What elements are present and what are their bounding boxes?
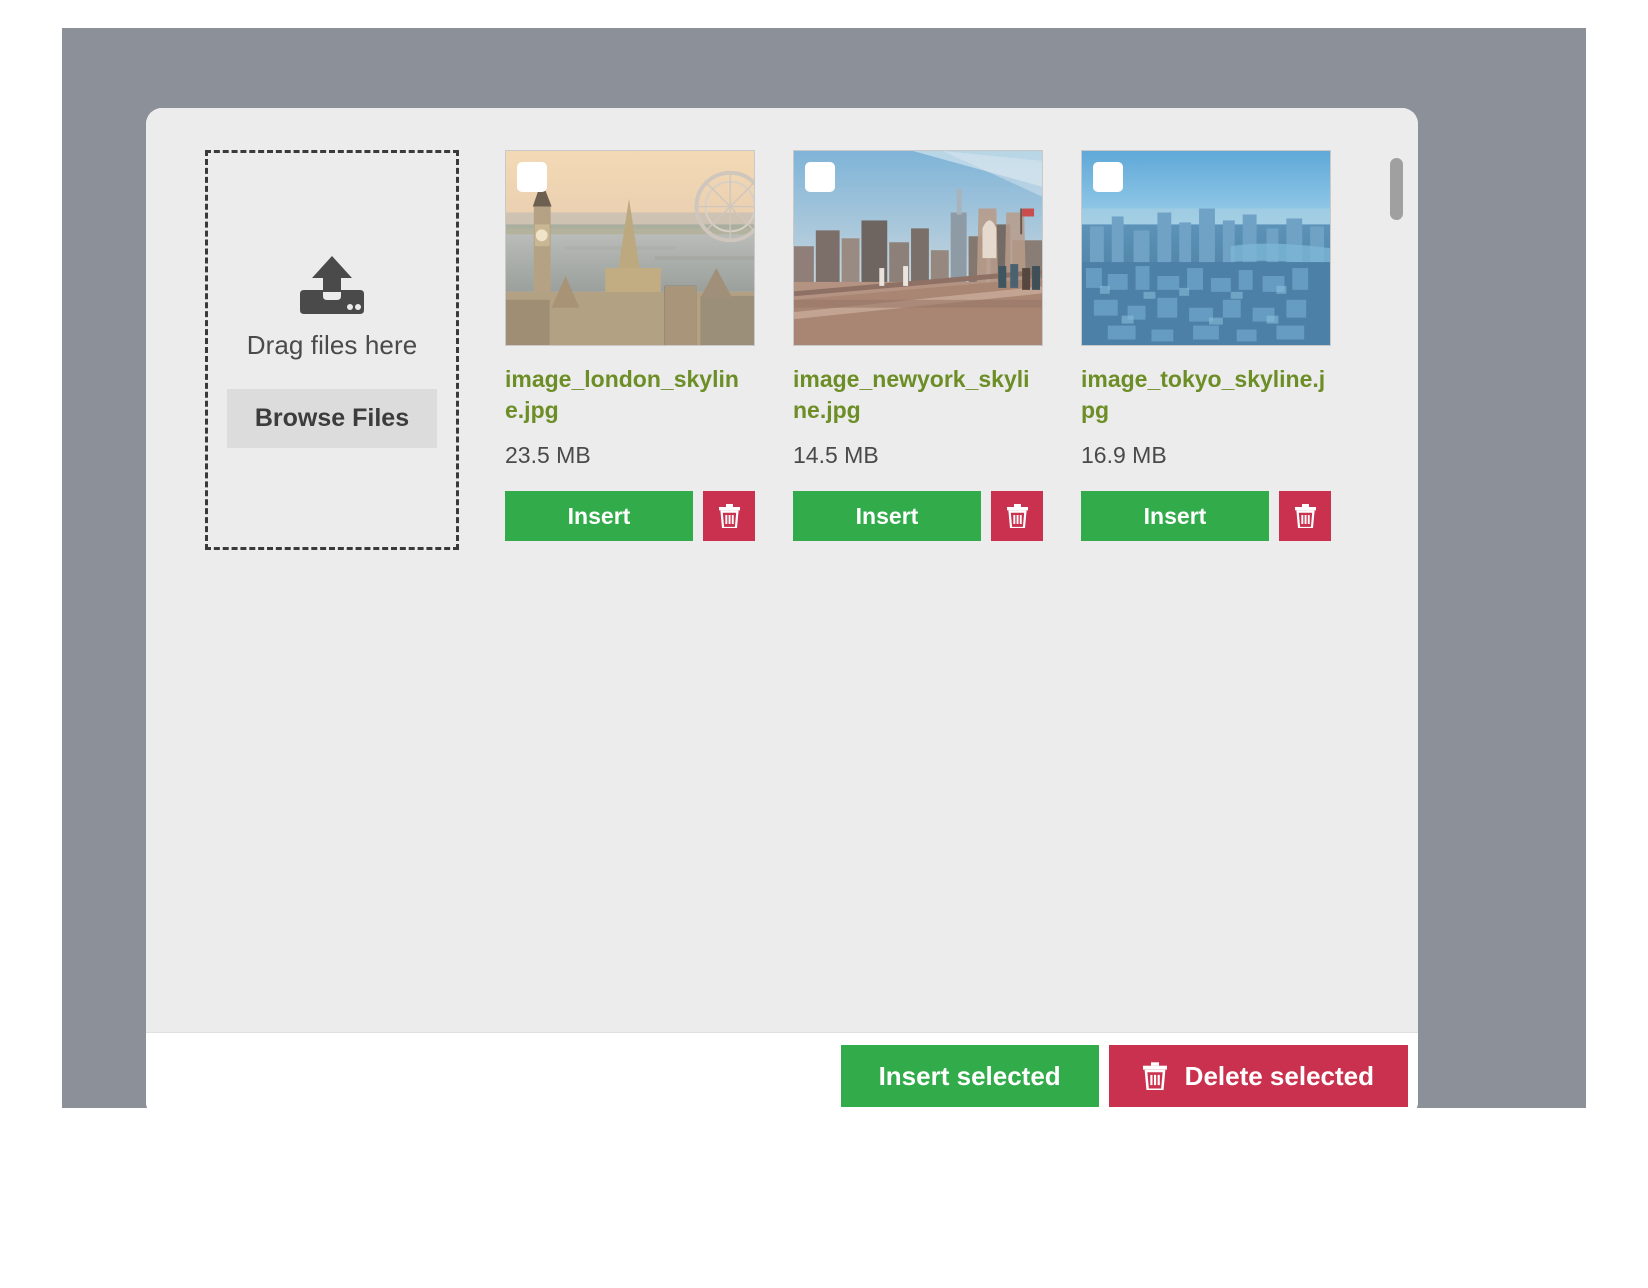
file-name: image_newyork_skyline.jpg — [793, 366, 1030, 424]
file-name: image_london_skyline.jpg — [505, 366, 739, 424]
trash-icon — [1006, 504, 1028, 529]
trash-icon — [1142, 1061, 1167, 1090]
file-card: image_tokyo_skyline.jpg 16.9 MB Insert — [1081, 150, 1331, 560]
file-card-actions: Insert — [793, 491, 1043, 542]
file-size: 16.9 MB — [1081, 442, 1167, 469]
file-select-checkbox[interactable] — [805, 162, 835, 192]
insert-button[interactable]: Insert — [793, 491, 981, 542]
file-select-checkbox[interactable] — [517, 162, 547, 192]
file-dropzone[interactable]: Drag files here Browse Files — [205, 150, 459, 550]
uploaded-file-list: image_london_skyline.jpg 23.5 MB Insert — [505, 150, 1406, 560]
file-thumbnail[interactable] — [505, 150, 755, 346]
dialog-body: Drag files here Browse Files image_londo… — [146, 108, 1418, 1033]
delete-selected-button[interactable]: Delete selected — [1108, 1044, 1408, 1107]
file-size: 14.5 MB — [793, 442, 879, 469]
insert-selected-button[interactable]: Insert selected — [840, 1044, 1099, 1107]
file-card: image_london_skyline.jpg 23.5 MB Insert — [505, 150, 755, 560]
trash-icon — [718, 504, 740, 529]
file-thumbnail[interactable] — [793, 150, 1043, 346]
insert-button[interactable]: Insert — [505, 491, 693, 542]
trash-icon — [1294, 504, 1316, 529]
file-card-actions: Insert — [505, 491, 755, 542]
file-thumbnail[interactable] — [1081, 150, 1331, 346]
file-upload-dialog: Drag files here Browse Files image_londo… — [146, 108, 1418, 1118]
delete-file-button[interactable] — [991, 491, 1043, 542]
file-card-actions: Insert — [1081, 491, 1331, 542]
file-select-checkbox[interactable] — [1093, 162, 1123, 192]
upload-icon — [300, 256, 364, 314]
scrollbar-thumb[interactable] — [1390, 158, 1403, 220]
delete-file-button[interactable] — [703, 491, 755, 542]
delete-selected-label: Delete selected — [1184, 1060, 1374, 1091]
file-card: image_newyork_skyline.jpg 14.5 MB Insert — [793, 150, 1043, 560]
dialog-footer: Insert selected Delete selected — [146, 1033, 1418, 1118]
file-name: image_tokyo_skyline.jpg — [1081, 366, 1326, 424]
browse-files-button[interactable]: Browse Files — [226, 389, 438, 449]
insert-button[interactable]: Insert — [1081, 491, 1269, 542]
dropzone-label: Drag files here — [246, 330, 418, 360]
file-size: 23.5 MB — [505, 442, 591, 469]
file-list-scrollbar[interactable] — [1386, 150, 1406, 550]
delete-file-button[interactable] — [1279, 491, 1331, 542]
